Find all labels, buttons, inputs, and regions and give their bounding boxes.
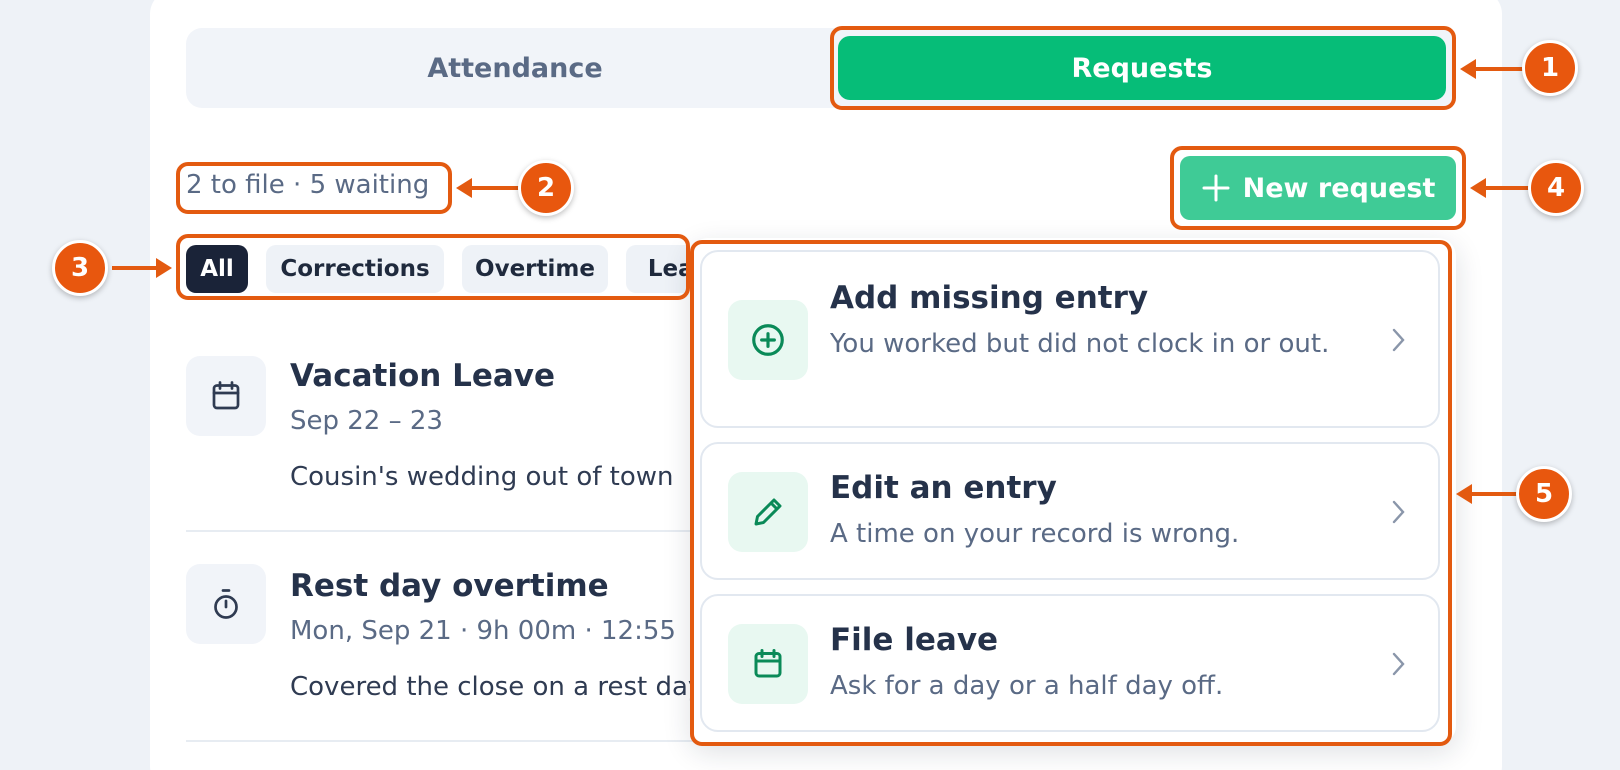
request-note: Covered the close on a rest day [290, 672, 704, 702]
request-title[interactable]: Rest day overtime [290, 568, 609, 604]
list-divider [186, 740, 706, 742]
stopwatch-icon [186, 564, 266, 644]
callout-box-4 [1170, 146, 1466, 230]
callout-box-3 [176, 234, 690, 300]
list-divider [186, 530, 706, 532]
callout-box-2 [176, 162, 452, 214]
callout-badge-3: 3 [52, 240, 108, 296]
callout-badge-1: 1 [1522, 40, 1578, 96]
request-title[interactable]: Vacation Leave [290, 358, 555, 394]
callout-arrow-3 [112, 258, 172, 278]
callout-box-5 [690, 240, 1452, 746]
request-date: Sep 22 – 23 [290, 406, 443, 436]
request-list: Vacation Leave Sep 22 – 23 Cousin's wedd… [186, 340, 706, 760]
callout-badge-4: 4 [1528, 160, 1584, 216]
tab-attendance[interactable]: Attendance [186, 28, 844, 108]
calendar-icon [186, 356, 266, 436]
callout-arrow-5 [1456, 484, 1518, 504]
callout-badge-2: 2 [518, 160, 574, 216]
request-note: Cousin's wedding out of town [290, 462, 674, 492]
callout-box-1 [830, 26, 1456, 110]
callout-arrow-2 [456, 178, 520, 198]
request-date: Mon, Sep 21 · 9h 00m · 12:55 [290, 616, 676, 646]
callout-badge-5: 5 [1516, 466, 1572, 522]
